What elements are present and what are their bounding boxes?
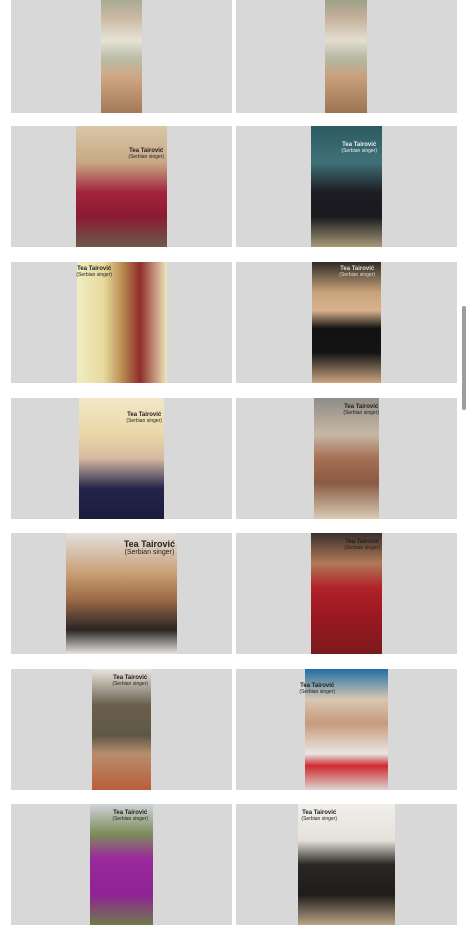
caption-subtitle: (Serbian singer) bbox=[301, 816, 337, 822]
photo-caption: Tea Tairović (Serbian singer) bbox=[299, 683, 335, 695]
photo bbox=[101, 0, 142, 113]
image-tile[interactable]: Tea Tairović (Serbian singer) bbox=[236, 398, 457, 519]
caption-subtitle: (Serbian singer) bbox=[299, 689, 335, 695]
caption-subtitle: (Serbian singer) bbox=[128, 154, 164, 160]
photo bbox=[314, 398, 379, 519]
photo bbox=[325, 0, 367, 113]
photo-caption: Tea Tairović (Serbian singer) bbox=[341, 142, 377, 154]
caption-subtitle: (Serbian singer) bbox=[112, 681, 148, 687]
photo bbox=[298, 804, 395, 925]
photo bbox=[92, 669, 151, 790]
caption-subtitle: (Serbian singer) bbox=[124, 549, 175, 556]
image-tile[interactable]: Tea Tairović (Serbian singer) bbox=[11, 804, 232, 925]
image-tile[interactable] bbox=[11, 0, 232, 113]
photo-caption: Tea Tairović (Serbian singer) bbox=[76, 266, 112, 278]
image-tile[interactable]: Tea Tairović (Serbian singer) bbox=[11, 533, 232, 654]
photo bbox=[76, 126, 167, 247]
photo-caption: Tea Tairović (Serbian singer) bbox=[301, 810, 337, 822]
photo-caption: Tea Tairović (Serbian singer) bbox=[344, 539, 380, 551]
image-tile[interactable]: Tea Tairović (Serbian singer) bbox=[11, 398, 232, 519]
image-tile[interactable]: Tea Tairović (Serbian singer) bbox=[11, 126, 232, 247]
photo-caption: Tea Tairović (Serbian singer) bbox=[343, 404, 379, 416]
photo-caption: Tea Tairović (Serbian singer) bbox=[112, 675, 148, 687]
image-tile[interactable]: Tea Tairović (Serbian singer) bbox=[236, 804, 457, 925]
image-tile[interactable] bbox=[236, 0, 457, 113]
photo bbox=[77, 262, 167, 383]
caption-subtitle: (Serbian singer) bbox=[112, 816, 148, 822]
photo bbox=[311, 533, 382, 654]
image-tile[interactable]: Tea Tairović (Serbian singer) bbox=[236, 669, 457, 790]
caption-subtitle: (Serbian singer) bbox=[339, 272, 375, 278]
photo-caption: Tea Tairović (Serbian singer) bbox=[128, 148, 164, 160]
image-tile[interactable]: Tea Tairović (Serbian singer) bbox=[236, 126, 457, 247]
photo-caption: Tea Tairović (Serbian singer) bbox=[339, 266, 375, 278]
caption-subtitle: (Serbian singer) bbox=[341, 148, 377, 154]
image-tile[interactable]: Tea Tairović (Serbian singer) bbox=[11, 669, 232, 790]
photo-caption: Tea Tairović (Serbian singer) bbox=[124, 539, 175, 557]
caption-subtitle: (Serbian singer) bbox=[126, 418, 162, 424]
photo-caption: Tea Tairović (Serbian singer) bbox=[112, 810, 148, 822]
caption-subtitle: (Serbian singer) bbox=[344, 545, 380, 551]
photo bbox=[312, 262, 381, 383]
vertical-scrollbar[interactable] bbox=[462, 306, 466, 410]
image-tile[interactable]: Tea Tairović (Serbian singer) bbox=[11, 262, 232, 383]
caption-subtitle: (Serbian singer) bbox=[76, 272, 112, 278]
caption-subtitle: (Serbian singer) bbox=[343, 410, 379, 416]
photo bbox=[90, 804, 153, 925]
caption-name: Tea Tairović bbox=[123, 539, 175, 549]
photo-caption: Tea Tairović (Serbian singer) bbox=[126, 412, 162, 424]
image-tile[interactable]: Tea Tairović (Serbian singer) bbox=[236, 533, 457, 654]
image-tile[interactable]: Tea Tairović (Serbian singer) bbox=[236, 262, 457, 383]
